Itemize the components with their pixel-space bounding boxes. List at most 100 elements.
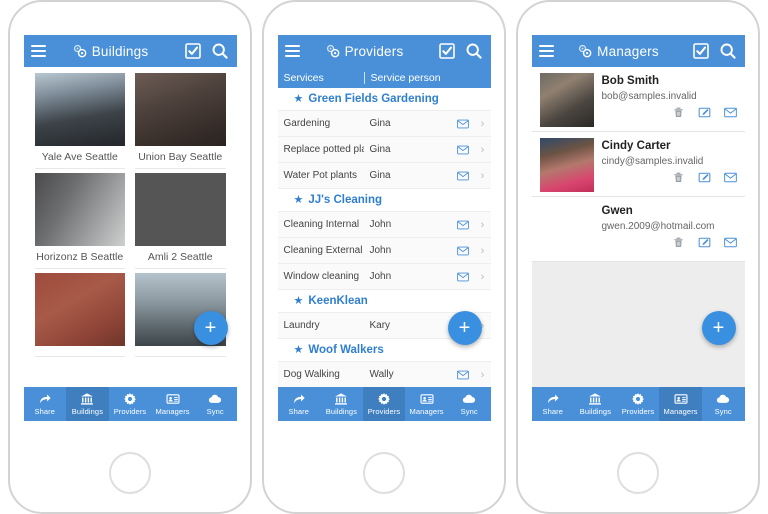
manager-row[interactable]: Gwen gwen.2009@hotmail.com <box>531 197 745 262</box>
gear-icon <box>631 392 645 406</box>
service-name: Window cleaning <box>283 271 360 282</box>
checkbox-icon[interactable] <box>691 41 711 61</box>
envelope-icon[interactable] <box>451 369 475 381</box>
nav-item-buildings[interactable]: Buildings <box>574 387 617 421</box>
chevron-right-icon[interactable]: › <box>475 219 491 231</box>
column-header-person: Service person <box>363 71 491 84</box>
page-title: Providers <box>344 43 404 59</box>
hamburger-icon[interactable] <box>538 45 554 57</box>
search-icon[interactable] <box>464 41 484 61</box>
cloud-icon <box>716 392 730 406</box>
envelope-icon[interactable] <box>451 245 475 257</box>
chevron-right-icon[interactable]: › <box>475 245 491 257</box>
envelope-icon[interactable] <box>451 219 475 231</box>
envelope-icon[interactable] <box>451 118 475 130</box>
building-card[interactable]: Union Bay Seattle <box>130 73 231 173</box>
nav-label: Sync <box>460 407 478 416</box>
edit-pencil-icon[interactable] <box>698 171 711 184</box>
trash-icon[interactable] <box>672 106 685 119</box>
chevron-right-icon[interactable]: › <box>475 271 491 283</box>
service-person: Gina <box>369 170 391 181</box>
chevron-right-icon[interactable]: › <box>475 144 491 156</box>
manager-email: bob@samples.invalid <box>601 91 697 102</box>
nav-item-sync[interactable]: Sync <box>702 387 745 421</box>
manager-row[interactable]: Bob Smith bob@samples.invalid <box>531 67 745 132</box>
manager-row[interactable]: Cindy Carter cindy@samples.invalid <box>531 132 745 197</box>
envelope-icon[interactable] <box>451 271 475 283</box>
id-card-icon <box>420 392 434 406</box>
provider-group-header[interactable]: ★ JJ's Cleaning <box>277 189 491 212</box>
service-row[interactable]: Gardening Gina › <box>277 111 491 137</box>
screen-managers: Managers Bob Smith bob@samples.invalid C… <box>531 35 745 421</box>
add-provider-fab[interactable]: + <box>447 311 482 345</box>
building-card[interactable]: Horizonz B Seattle <box>30 173 131 273</box>
checkbox-icon[interactable] <box>183 41 203 61</box>
edit-pencil-icon[interactable] <box>698 236 711 249</box>
service-row[interactable]: Cleaning External John › <box>277 238 491 264</box>
home-button[interactable] <box>363 452 405 494</box>
service-row[interactable]: Dog Walking Wally › <box>277 362 491 387</box>
search-icon[interactable] <box>718 41 738 61</box>
envelope-icon[interactable] <box>451 170 475 182</box>
add-manager-fab[interactable]: + <box>701 311 736 345</box>
provider-group-header[interactable]: ★ KeenKlean <box>277 290 491 313</box>
service-name: Cleaning Internal <box>283 219 360 230</box>
cells-logo-icon <box>326 44 339 58</box>
building-name <box>34 346 125 357</box>
service-person: John <box>369 271 392 282</box>
service-row[interactable]: Cleaning Internal John › <box>277 212 491 238</box>
hamburger-icon[interactable] <box>30 45 46 57</box>
provider-group-header[interactable]: ★ Green Fields Gardening <box>277 88 491 111</box>
envelope-icon[interactable] <box>723 171 737 184</box>
trash-icon[interactable] <box>672 171 685 184</box>
checkbox-icon[interactable] <box>437 41 457 61</box>
trash-icon[interactable] <box>672 236 685 249</box>
nav-item-buildings[interactable]: Buildings <box>320 387 363 421</box>
nav-item-providers[interactable]: Providers <box>617 387 660 421</box>
add-building-fab[interactable]: + <box>193 311 228 345</box>
service-row[interactable]: Water Pot plants Gina › <box>277 163 491 189</box>
bottom-nav-managers: Share Buildings Providers Managers Sync <box>531 387 745 421</box>
nav-label: Managers <box>155 407 190 416</box>
nav-item-managers[interactable]: Managers <box>659 387 702 421</box>
nav-item-sync[interactable]: Sync <box>448 387 491 421</box>
envelope-icon[interactable] <box>451 144 475 156</box>
nav-item-sync[interactable]: Sync <box>194 387 237 421</box>
chevron-right-icon[interactable]: › <box>475 170 491 182</box>
bank-columns-icon <box>80 392 94 406</box>
nav-item-buildings[interactable]: Buildings <box>66 387 109 421</box>
service-person: Gina <box>369 118 391 129</box>
nav-item-share[interactable]: Share <box>278 387 321 421</box>
nav-label: Buildings <box>579 407 612 416</box>
nav-item-managers[interactable]: Managers <box>405 387 448 421</box>
envelope-icon[interactable] <box>723 106 737 119</box>
edit-pencil-icon[interactable] <box>698 106 711 119</box>
nav-item-share[interactable]: Share <box>24 387 67 421</box>
search-icon[interactable] <box>210 41 230 61</box>
nav-item-providers[interactable]: Providers <box>109 387 152 421</box>
home-button[interactable] <box>617 452 659 494</box>
hamburger-icon[interactable] <box>284 45 300 57</box>
avatar <box>539 73 594 127</box>
managers-scroll[interactable]: Bob Smith bob@samples.invalid Cindy Cart… <box>531 67 745 387</box>
bottom-nav-providers: Share Buildings Providers Managers Sync <box>277 387 491 421</box>
chevron-right-icon[interactable]: › <box>475 369 491 381</box>
providers-scroll[interactable]: ★ Green Fields Gardening Gardening Gina … <box>277 88 491 387</box>
building-card[interactable] <box>30 273 131 361</box>
service-row[interactable]: Window cleaning John › <box>277 264 491 290</box>
building-name: Horizonz B Seattle <box>34 246 125 269</box>
nav-item-managers[interactable]: Managers <box>151 387 194 421</box>
building-card[interactable]: Amli 2 Seattle <box>130 173 231 273</box>
chevron-right-icon[interactable]: › <box>475 118 491 130</box>
column-header-services: Services <box>283 71 324 84</box>
buildings-scroll[interactable]: Yale Ave Seattle Union Bay Seattle Horiz… <box>23 67 237 387</box>
envelope-icon[interactable] <box>723 236 737 249</box>
nav-item-providers[interactable]: Providers <box>362 387 406 421</box>
star-icon: ★ <box>293 193 304 206</box>
cloud-icon <box>462 392 476 406</box>
service-row[interactable]: Replace potted pla... Gina › <box>277 137 491 163</box>
home-button[interactable] <box>109 452 151 494</box>
manager-email: cindy@samples.invalid <box>601 156 704 167</box>
nav-item-share[interactable]: Share <box>532 387 575 421</box>
building-card[interactable]: Yale Ave Seattle <box>30 73 131 173</box>
